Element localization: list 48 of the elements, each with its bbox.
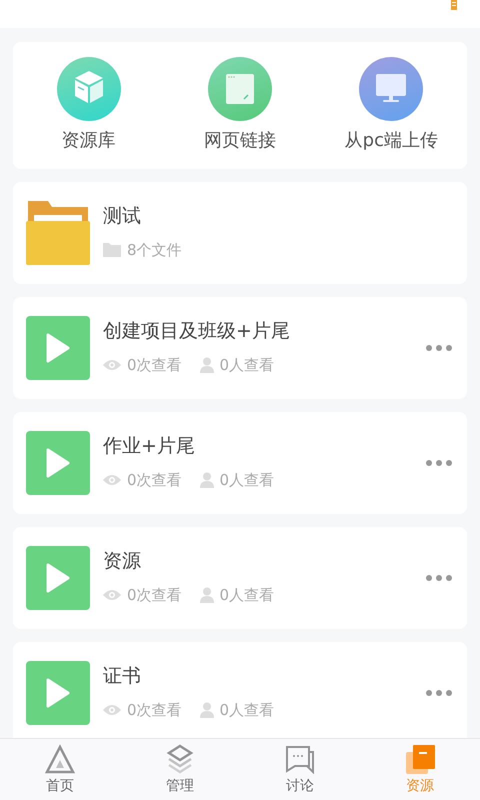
folder-icon — [26, 201, 90, 265]
eye-icon — [103, 474, 121, 486]
meta-text: 0次查看 — [127, 584, 182, 606]
meta-text: 0人查看 — [220, 354, 274, 376]
item-title: 测试 — [103, 204, 142, 229]
eye-icon — [103, 704, 121, 716]
book-stack-icon — [405, 744, 435, 774]
shortcut-label[interactable]: 资源库 — [62, 127, 116, 154]
video-card[interactable]: 证书 0次查看 0人查看 — [13, 642, 467, 738]
layers-icon — [165, 744, 195, 774]
meta-text: 0人查看 — [220, 700, 274, 721]
meta-text: 0次查看 — [127, 470, 182, 491]
tab[interactable]: 首页 — [0, 739, 120, 800]
person-icon — [200, 356, 214, 373]
item-title: 证书 — [103, 664, 142, 689]
meta-text: 0人查看 — [220, 584, 274, 606]
folder-icon — [103, 242, 121, 257]
shortcut-label[interactable]: 网页链接 — [204, 127, 276, 154]
meta-text: 0次查看 — [127, 700, 182, 721]
item-title: 资源 — [103, 550, 142, 574]
chat-icon — [285, 744, 315, 774]
more-icon[interactable] — [425, 689, 453, 697]
person-icon — [200, 586, 214, 603]
video-card[interactable]: 资源 0次查看 0人查看 — [13, 527, 467, 629]
tab[interactable]: 管理 — [120, 739, 240, 800]
play-thumbnail-icon — [26, 316, 90, 380]
person-icon — [200, 702, 214, 718]
item-title: 创建项目及班级+片尾 — [103, 320, 291, 344]
more-icon[interactable] — [425, 344, 453, 352]
ruler-icon[interactable] — [450, 0, 458, 10]
video-card[interactable]: 创建项目及班级+片尾 0次查看 0人查看 — [13, 297, 467, 399]
shortcut-label[interactable]: 从pc端上传 — [344, 127, 438, 154]
more-icon[interactable] — [425, 459, 453, 467]
more-icon[interactable] — [425, 574, 453, 582]
meta-text: 0次查看 — [127, 354, 182, 376]
home-triangle-icon — [45, 744, 75, 774]
meta-text: 8个文件 — [127, 240, 182, 261]
folder-card[interactable]: 测试 8个文件 — [13, 182, 467, 284]
item-title: 作业+片尾 — [103, 434, 196, 459]
play-thumbnail-icon — [26, 661, 90, 725]
eye-icon — [103, 358, 121, 371]
play-thumbnail-icon — [26, 546, 90, 610]
eye-icon — [103, 588, 121, 601]
meta-text: 0人查看 — [220, 470, 274, 491]
play-thumbnail-icon — [26, 431, 90, 495]
person-icon — [200, 472, 214, 488]
video-card[interactable]: 作业+片尾 0次查看 0人查看 — [13, 412, 467, 514]
tab[interactable]: 讨论 — [240, 739, 360, 800]
